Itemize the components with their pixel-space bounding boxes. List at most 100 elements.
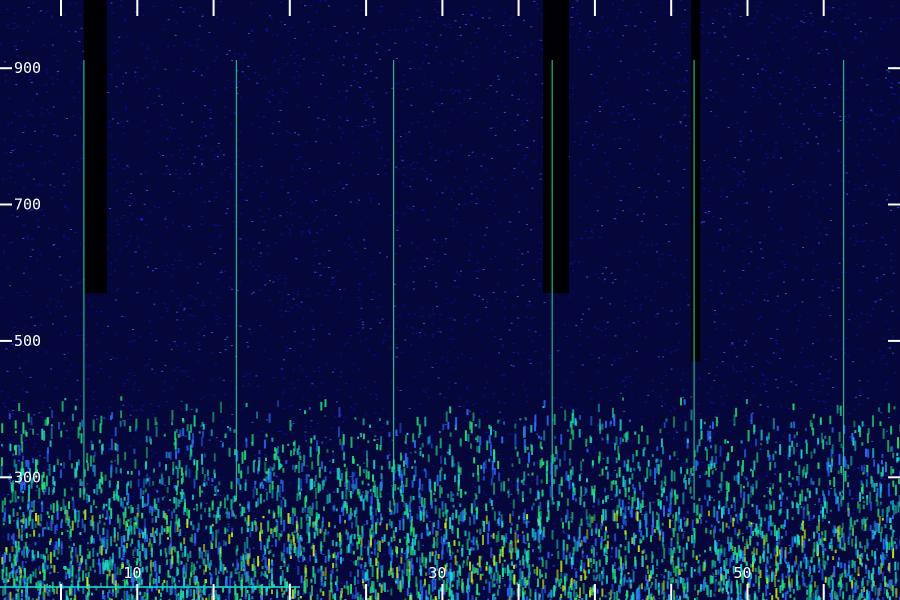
noise-speckle xyxy=(157,230,160,232)
noise-speckle xyxy=(127,156,130,158)
noise-speckle xyxy=(737,172,740,174)
noise-speckle xyxy=(308,229,311,231)
noise-speckle xyxy=(302,142,305,144)
noise-speckle xyxy=(412,67,415,69)
noise-speckle xyxy=(74,2,77,4)
noise-speckle xyxy=(204,424,207,425)
noise-speckle xyxy=(295,413,298,415)
noise-speckle xyxy=(734,441,737,443)
noise-speckle xyxy=(174,128,177,130)
noise-speckle xyxy=(835,244,838,245)
noise-speckle xyxy=(281,393,284,394)
noise-speckle xyxy=(683,114,686,116)
noise-speckle xyxy=(248,186,251,188)
noise-speckle xyxy=(344,240,346,242)
noise-speckle xyxy=(531,187,534,189)
noise-speckle xyxy=(423,438,426,440)
noise-speckle xyxy=(624,228,627,230)
noise-speckle xyxy=(417,555,420,557)
noise-speckle xyxy=(358,368,360,370)
noise-speckle xyxy=(485,306,488,308)
noise-speckle xyxy=(723,34,725,36)
noise-speckle xyxy=(426,219,429,220)
noise-speckle xyxy=(48,160,51,162)
noise-speckle xyxy=(294,81,297,83)
noise-speckle xyxy=(388,211,391,213)
noise-speckle xyxy=(629,90,632,92)
noise-speckle xyxy=(607,105,610,107)
noise-speckle xyxy=(390,485,393,487)
noise-speckle xyxy=(832,178,835,179)
noise-speckle xyxy=(570,453,573,455)
noise-speckle xyxy=(740,268,743,270)
noise-speckle xyxy=(422,62,425,64)
noise-speckle xyxy=(340,282,343,284)
noise-speckle xyxy=(137,246,140,248)
noise-speckle xyxy=(348,128,351,130)
noise-speckle xyxy=(280,268,283,270)
noise-speckle xyxy=(598,361,601,363)
noise-speckle xyxy=(727,202,730,204)
noise-speckle xyxy=(108,376,111,378)
noise-speckle xyxy=(758,548,761,550)
noise-speckle xyxy=(354,382,357,384)
noise-speckle xyxy=(591,341,594,343)
noise-speckle xyxy=(286,226,289,228)
noise-speckle xyxy=(427,62,430,64)
noise-speckle xyxy=(172,221,175,223)
noise-speckle xyxy=(782,436,785,438)
noise-speckle xyxy=(306,251,309,253)
noise-speckle xyxy=(462,13,465,15)
noise-speckle xyxy=(577,49,580,50)
noise-speckle xyxy=(835,157,838,159)
noise-speckle xyxy=(168,26,170,28)
noise-speckle xyxy=(837,146,839,148)
noise-speckle xyxy=(346,44,349,46)
noise-speckle xyxy=(157,408,160,410)
noise-speckle xyxy=(428,351,431,353)
noise-speckle xyxy=(837,567,840,569)
noise-speckle xyxy=(427,220,430,222)
noise-speckle xyxy=(419,55,422,57)
noise-speckle xyxy=(134,473,137,475)
noise-speckle xyxy=(885,320,887,322)
noise-speckle xyxy=(599,237,601,238)
noise-speckle xyxy=(347,362,350,364)
noise-speckle xyxy=(439,534,442,536)
noise-speckle xyxy=(147,266,149,268)
noise-speckle xyxy=(719,196,722,197)
noise-speckle xyxy=(198,173,201,175)
noise-speckle xyxy=(310,420,313,422)
noise-speckle xyxy=(129,414,132,416)
noise-speckle xyxy=(293,387,296,389)
noise-speckle xyxy=(830,220,833,221)
noise-speckle xyxy=(525,81,528,83)
noise-speckle xyxy=(61,511,64,513)
noise-speckle xyxy=(341,132,344,134)
noise-speckle xyxy=(279,1,282,3)
noise-speckle xyxy=(296,457,299,458)
noise-speckle xyxy=(587,543,590,544)
noise-speckle xyxy=(838,199,841,201)
noise-speckle xyxy=(498,45,501,47)
noise-speckle xyxy=(562,438,565,439)
noise-speckle xyxy=(743,511,746,513)
noise-speckle xyxy=(671,420,674,422)
noise-speckle xyxy=(571,331,574,333)
noise-speckle xyxy=(335,362,338,364)
noise-speckle xyxy=(229,319,232,321)
noise-speckle xyxy=(0,364,3,366)
noise-speckle xyxy=(610,474,613,476)
noise-speckle xyxy=(628,376,631,378)
noise-speckle xyxy=(410,273,413,275)
noise-speckle xyxy=(822,133,825,135)
noise-speckle xyxy=(743,476,746,478)
noise-speckle xyxy=(447,351,450,353)
noise-speckle xyxy=(301,389,304,391)
noise-speckle xyxy=(888,65,891,67)
noise-speckle xyxy=(595,164,598,166)
noise-speckle xyxy=(59,306,62,308)
noise-speckle xyxy=(382,408,385,410)
noise-speckle xyxy=(179,149,182,151)
noise-speckle xyxy=(575,454,578,456)
